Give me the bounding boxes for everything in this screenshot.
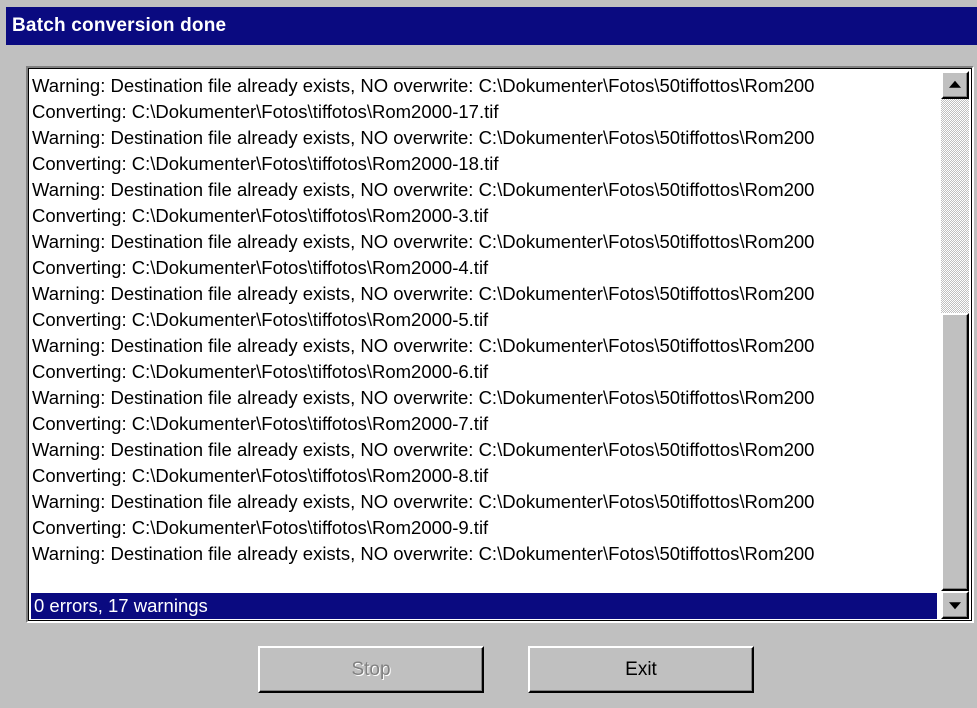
arrow-up-icon: [949, 80, 961, 88]
conversion-log-list[interactable]: Warning: Destination file already exists…: [26, 66, 974, 623]
log-line[interactable]: Warning: Destination file already exists…: [32, 489, 938, 515]
log-line[interactable]: Warning: Destination file already exists…: [32, 541, 938, 567]
log-line[interactable]: Converting: C:\Dokumenter\Fotos\tiffotos…: [32, 411, 938, 437]
batch-conversion-dialog: Batch conversion done Warning: Destinati…: [0, 0, 977, 708]
log-line[interactable]: Warning: Destination file already exists…: [32, 385, 938, 411]
exit-button[interactable]: Exit: [528, 646, 754, 693]
log-line[interactable]: Converting: C:\Dokumenter\Fotos\tiffotos…: [32, 515, 938, 541]
log-line[interactable]: Converting: C:\Dokumenter\Fotos\tiffotos…: [32, 99, 938, 125]
stop-button[interactable]: Stop: [258, 646, 484, 693]
log-summary-line[interactable]: 0 errors, 17 warnings: [31, 593, 937, 619]
window-title: Batch conversion done: [12, 15, 227, 36]
log-line[interactable]: Converting: C:\Dokumenter\Fotos\tiffotos…: [32, 307, 938, 333]
log-line[interactable]: Converting: C:\Dokumenter\Fotos\tiffotos…: [32, 359, 938, 385]
log-line[interactable]: Warning: Destination file already exists…: [32, 73, 938, 99]
log-line[interactable]: Warning: Destination file already exists…: [32, 437, 938, 463]
scroll-up-button[interactable]: [941, 71, 969, 99]
log-line[interactable]: Converting: C:\Dokumenter\Fotos\tiffotos…: [32, 151, 938, 177]
log-line[interactable]: Warning: Destination file already exists…: [32, 333, 938, 359]
arrow-down-icon: [949, 602, 961, 610]
log-line[interactable]: [32, 567, 938, 593]
vertical-scrollbar[interactable]: [941, 71, 969, 619]
log-line[interactable]: Converting: C:\Dokumenter\Fotos\tiffotos…: [32, 203, 938, 229]
log-line[interactable]: Warning: Destination file already exists…: [32, 281, 938, 307]
title-bar[interactable]: Batch conversion done: [6, 7, 977, 45]
log-line[interactable]: Warning: Destination file already exists…: [32, 125, 938, 151]
scroll-down-button[interactable]: [941, 591, 969, 619]
log-line[interactable]: Converting: C:\Dokumenter\Fotos\tiffotos…: [32, 255, 938, 281]
log-line[interactable]: Warning: Destination file already exists…: [32, 229, 938, 255]
log-lines: Warning: Destination file already exists…: [32, 73, 938, 593]
scroll-thumb[interactable]: [941, 313, 969, 591]
log-line[interactable]: Converting: C:\Dokumenter\Fotos\tiffotos…: [32, 463, 938, 489]
log-line[interactable]: Warning: Destination file already exists…: [32, 177, 938, 203]
